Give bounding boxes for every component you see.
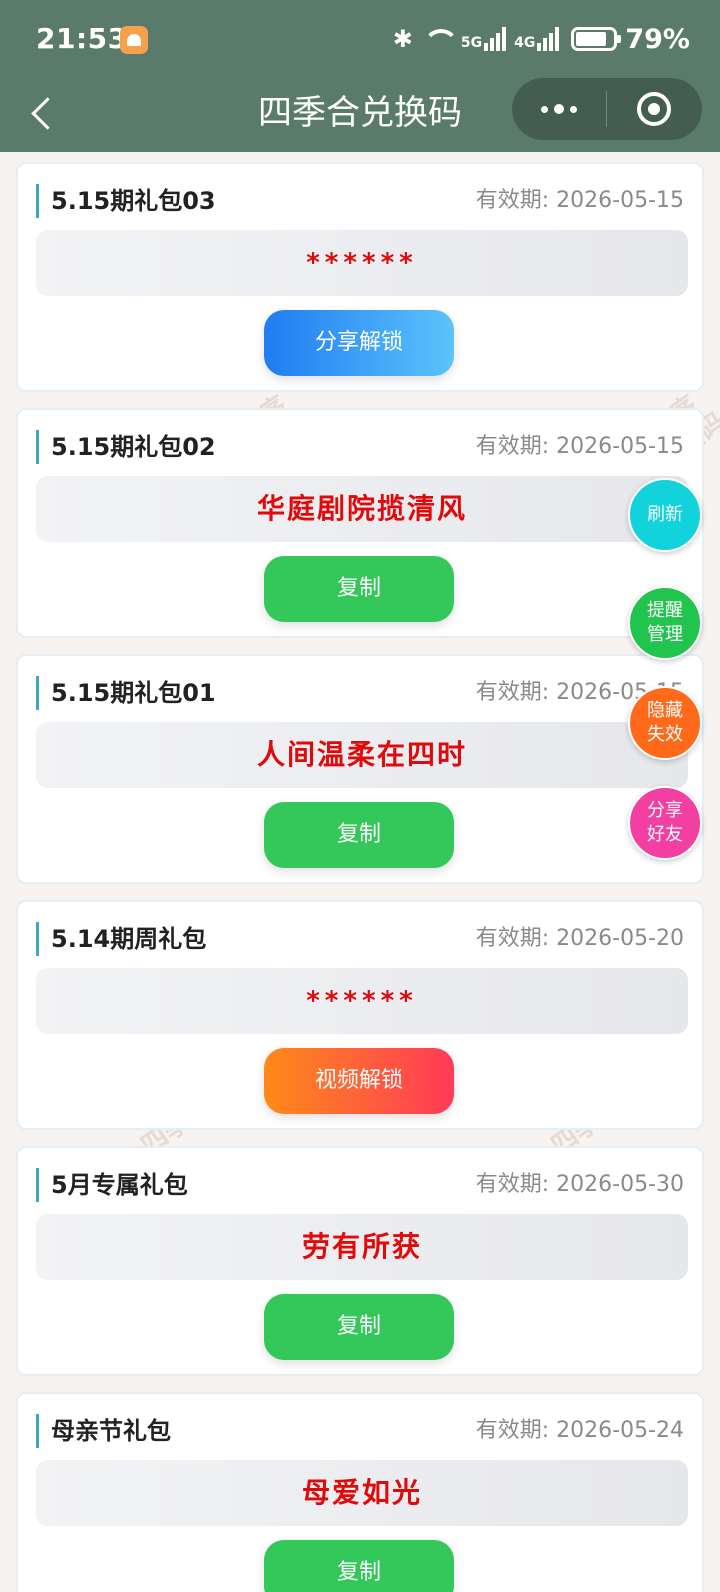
card-title: 母亲节礼包 [36, 1414, 171, 1448]
page-title: 四季合兑换码 [258, 93, 462, 133]
signal-4g-icon: 4G [514, 27, 560, 51]
hide-expired-button[interactable]: 隐藏失效 [628, 686, 702, 760]
battery-percent: 79% [625, 23, 690, 55]
gift-code-list: 微信小程序四季合兑换码 微信小程序四季合兑换码 微信小程序四季合兑换码 微信小程… [0, 152, 720, 1592]
share-friends-button[interactable]: 分享好友 [628, 786, 702, 860]
gift-card: 5月专属礼包 有效期: 2026-05-30 劳有所获 复制 [16, 1146, 704, 1376]
wifi-icon [421, 27, 459, 51]
card-expiry: 有效期: 2026-05-15 [475, 434, 684, 459]
card-title: 5.15期礼包03 [36, 184, 216, 218]
copy-button[interactable]: 复制 [264, 1540, 454, 1592]
redeem-code: 母爱如光 [36, 1460, 688, 1526]
card-expiry: 有效期: 2026-05-24 [475, 1418, 684, 1443]
battery-icon [571, 27, 622, 51]
app-notification-icon [120, 26, 148, 54]
miniprogram-capsule [512, 78, 702, 140]
card-expiry: 有效期: 2026-05-15 [475, 188, 684, 213]
more-menu-icon[interactable] [512, 78, 606, 140]
nav-bar: 四季合兑换码 [0, 76, 720, 152]
redeem-code: ****** [36, 968, 688, 1034]
redeem-code: ****** [36, 230, 688, 296]
signal-4g-label: 4G [514, 35, 536, 51]
redeem-code: 人间温柔在四时 [36, 722, 688, 788]
status-icons: ✱ 5G 4G 79% [393, 22, 690, 56]
hide-expired-label: 隐藏失效 [647, 700, 683, 745]
copy-button[interactable]: 复制 [264, 1294, 454, 1360]
status-bar: 21:53 ✱ 5G 4G 79% [0, 0, 720, 76]
card-expiry: 有效期: 2026-05-20 [475, 926, 684, 951]
refresh-button[interactable]: 刷新 [628, 478, 702, 552]
reminder-manage-button[interactable]: 提醒管理 [628, 586, 702, 660]
card-title: 5.15期礼包01 [36, 676, 216, 710]
gift-card: 母亲节礼包 有效期: 2026-05-24 母爱如光 复制 [16, 1392, 704, 1592]
gift-card: 5.14期周礼包 有效期: 2026-05-20 ****** 视频解锁 [16, 900, 704, 1130]
back-button[interactable] [26, 92, 66, 136]
redeem-code: 华庭剧院揽清风 [36, 476, 688, 542]
gift-card: 5.15期礼包01 有效期: 2026-05-15 人间温柔在四时 复制 [16, 654, 704, 884]
video-unlock-button[interactable]: 视频解锁 [264, 1048, 454, 1114]
copy-button[interactable]: 复制 [264, 802, 454, 868]
refresh-label: 刷新 [647, 504, 683, 525]
signal-5g-icon: 5G [460, 27, 507, 51]
share-friends-label: 分享好友 [647, 800, 683, 845]
card-expiry: 有效期: 2026-05-30 [475, 1172, 684, 1197]
bluetooth-icon: ✱ [392, 25, 413, 53]
redeem-code: 劳有所获 [36, 1214, 688, 1280]
card-title: 5.15期礼包02 [36, 430, 216, 464]
share-unlock-button[interactable]: 分享解锁 [264, 310, 454, 376]
card-title: 5月专属礼包 [36, 1168, 188, 1202]
gift-card: 5.15期礼包03 有效期: 2026-05-15 ****** 分享解锁 [16, 162, 704, 392]
copy-button[interactable]: 复制 [264, 556, 454, 622]
status-time: 21:53 [36, 22, 128, 55]
close-miniprogram-icon[interactable] [607, 78, 701, 140]
signal-5g-label: 5G [460, 35, 483, 51]
card-title: 5.14期周礼包 [36, 922, 206, 956]
reminder-label: 提醒管理 [647, 600, 683, 645]
gift-card: 5.15期礼包02 有效期: 2026-05-15 华庭剧院揽清风 复制 [16, 408, 704, 638]
